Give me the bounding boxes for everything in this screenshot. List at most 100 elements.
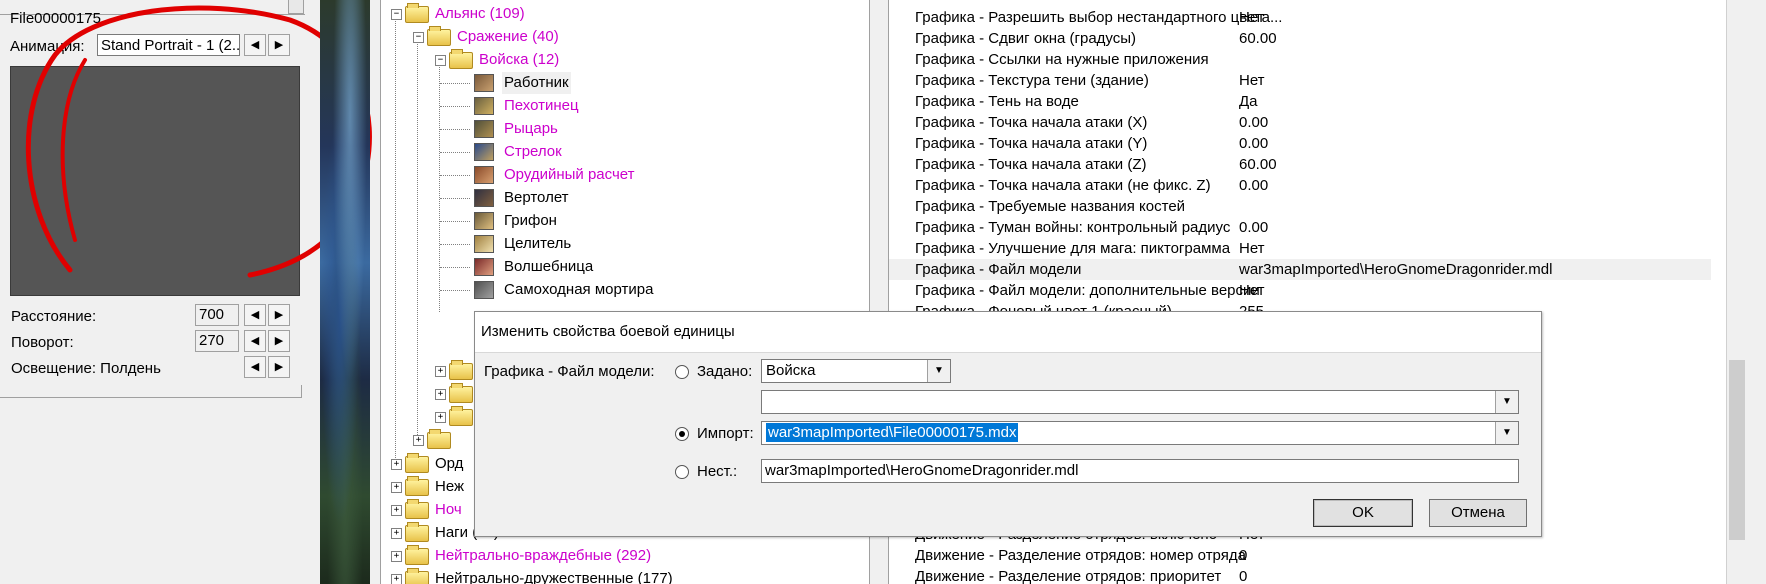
- preset-radio[interactable]: [675, 365, 689, 379]
- tree-node-collapsed[interactable]: +: [381, 429, 481, 451]
- property-row[interactable]: Графика - Требуемые названия костей: [889, 196, 1711, 217]
- tree-node-collapsed[interactable]: +: [381, 360, 481, 382]
- collapse-icon[interactable]: −: [391, 9, 402, 20]
- animation-select[interactable]: Stand Portrait - 1 (2...: [97, 34, 240, 56]
- unit-mortar-icon: [474, 166, 494, 184]
- tree-unit-priest[interactable]: Целитель: [381, 233, 861, 255]
- property-row-selected[interactable]: Графика - Файл модели war3mapImported\Her…: [889, 259, 1711, 280]
- custom-label: Нест.:: [697, 463, 738, 480]
- folder-icon: [405, 568, 429, 584]
- tree-node-neutral-passive[interactable]: + Нейтрально-дружественные (177): [381, 568, 861, 584]
- tree-unit-worker[interactable]: Работник: [381, 72, 861, 94]
- property-name: Графика - Улучшение для мага: пиктограмм…: [915, 240, 1231, 257]
- property-name: Графика - Точка начала атаки (Z): [915, 156, 1147, 173]
- property-row[interactable]: Графика - Точка начала атаки (Z) 60.00: [889, 154, 1711, 175]
- expand-icon[interactable]: +: [391, 505, 402, 516]
- collapse-icon[interactable]: −: [435, 55, 446, 66]
- tree-branch: [440, 244, 470, 245]
- tree-node-collapsed[interactable]: +: [381, 383, 481, 405]
- tree-node-battle[interactable]: − Сражение (40): [381, 26, 861, 48]
- property-row[interactable]: Графика - Точка начала атаки (X) 0.00: [889, 112, 1711, 133]
- scrollbar-thumb[interactable]: [1729, 360, 1745, 540]
- expand-icon[interactable]: +: [391, 574, 402, 584]
- property-row[interactable]: Графика - Текстура тени (здание) Нет: [889, 70, 1711, 91]
- cancel-button[interactable]: Отмена: [1429, 499, 1527, 527]
- custom-radio[interactable]: [675, 465, 689, 479]
- expand-icon[interactable]: +: [435, 389, 446, 400]
- tree-unit-rifleman[interactable]: Стрелок: [381, 141, 861, 163]
- import-radio[interactable]: [675, 427, 689, 441]
- property-row[interactable]: Графика - Улучшение для мага: пиктограмм…: [889, 238, 1711, 259]
- property-row[interactable]: Графика - Разрешить выбор нестандартного…: [889, 7, 1711, 28]
- tree-unit-gryphon[interactable]: Грифон: [381, 210, 861, 232]
- preset-category-select[interactable]: Войска ▼: [761, 359, 951, 383]
- tree-node-troops[interactable]: − Войска (12): [381, 49, 861, 71]
- tree-unit-footman[interactable]: Пехотинец: [381, 95, 861, 117]
- tree-node-collapsed[interactable]: +: [381, 406, 481, 428]
- tree-node-label: Вертолет: [504, 189, 569, 206]
- tree-node-alliance[interactable]: − Альянс (109): [381, 3, 861, 25]
- tree-unit-siege-engine[interactable]: Самоходная мортира: [381, 279, 861, 301]
- model-preview-viewport[interactable]: [10, 66, 300, 296]
- property-name: Графика - Разрешить выбор нестандартного…: [915, 9, 1283, 26]
- tree-unit-knight[interactable]: Рыцарь: [381, 118, 861, 140]
- property-value: Нет: [1239, 9, 1265, 26]
- dropdown-arrow-icon[interactable]: ▼: [1495, 391, 1518, 413]
- lighting-prev-button[interactable]: ◀: [244, 356, 266, 378]
- folder-icon: [405, 3, 429, 23]
- rotation-decrease-button[interactable]: ◀: [244, 330, 266, 352]
- folder-icon: [405, 453, 429, 473]
- property-name: Графика - Туман войны: контрольный радиу…: [915, 219, 1231, 236]
- expand-icon[interactable]: +: [391, 528, 402, 539]
- property-row[interactable]: Графика - Точка начала атаки (не фикс. Z…: [889, 175, 1711, 196]
- expand-icon[interactable]: +: [391, 482, 402, 493]
- property-row[interactable]: Движение - Разделение отрядов: номер отр…: [889, 545, 1711, 566]
- expand-icon[interactable]: +: [413, 435, 424, 446]
- import-file-select[interactable]: war3mapImported\File00000175.mdx ▼: [761, 421, 1519, 445]
- property-row[interactable]: Графика - Туман войны: контрольный радиу…: [889, 217, 1711, 238]
- tree-node-label: Сражение (40): [457, 28, 559, 45]
- distance-value: 700: [195, 304, 239, 326]
- lighting-next-button[interactable]: ▶: [268, 356, 290, 378]
- dropdown-arrow-icon[interactable]: ▼: [1495, 422, 1518, 444]
- ok-button[interactable]: OK: [1313, 499, 1413, 527]
- folder-icon: [449, 360, 473, 380]
- tree-unit-sorceress[interactable]: Волшебница: [381, 256, 861, 278]
- expand-icon[interactable]: +: [391, 551, 402, 562]
- folder-icon: [427, 429, 451, 449]
- property-value: 60.00: [1239, 156, 1277, 173]
- property-row[interactable]: Графика - Ссылки на нужные приложения: [889, 49, 1711, 70]
- properties-scrollbar[interactable]: [1726, 0, 1747, 584]
- property-row[interactable]: Движение - Разделение отрядов: приоритет…: [889, 566, 1711, 584]
- property-name: Движение - Разделение отрядов: номер отр…: [915, 547, 1246, 564]
- collapse-icon[interactable]: −: [413, 32, 424, 43]
- distance-increase-button[interactable]: ▶: [268, 304, 290, 326]
- property-value: Да: [1239, 93, 1258, 110]
- tree-node-label: Волшебница: [504, 258, 594, 275]
- tree-branch: [440, 175, 470, 176]
- expand-icon[interactable]: +: [435, 366, 446, 377]
- expand-icon[interactable]: +: [435, 412, 446, 423]
- unit-footman-icon: [474, 97, 494, 115]
- preset-model-select[interactable]: ▼: [761, 390, 1519, 414]
- property-row[interactable]: Графика - Тень на воде Да: [889, 91, 1711, 112]
- tree-node-label: Нейтрально-дружественные (177): [435, 570, 673, 584]
- tree-unit-helicopter[interactable]: Вертолет: [381, 187, 861, 209]
- property-row[interactable]: Графика - Сдвиг окна (градусы) 60.00: [889, 28, 1711, 49]
- tree-node-label: Нейтрально-враждебные (292): [435, 547, 652, 564]
- animation-next-button[interactable]: ▶: [268, 34, 290, 56]
- distance-decrease-button[interactable]: ◀: [244, 304, 266, 326]
- tree-node-neutral-hostile[interactable]: + Нейтрально-враждебные (292): [381, 545, 861, 567]
- tree-unit-mortar-team[interactable]: Орудийный расчет: [381, 164, 861, 186]
- tree-node-label: Пехотинец: [504, 97, 579, 114]
- tree-node-label: Работник: [502, 72, 571, 94]
- custom-path-input[interactable]: war3mapImported\HeroGnomeDragonrider.mdl: [761, 459, 1519, 483]
- expand-icon[interactable]: +: [391, 459, 402, 470]
- animation-prev-button[interactable]: ◀: [244, 34, 266, 56]
- property-row[interactable]: Графика - Файл модели: дополнительные ве…: [889, 280, 1711, 301]
- rotation-increase-button[interactable]: ▶: [268, 330, 290, 352]
- dropdown-arrow-icon[interactable]: ▼: [927, 360, 950, 382]
- property-row[interactable]: Графика - Точка начала атаки (Y) 0.00: [889, 133, 1711, 154]
- unit-helicopter-icon: [474, 189, 494, 207]
- property-value: Нет: [1239, 240, 1265, 257]
